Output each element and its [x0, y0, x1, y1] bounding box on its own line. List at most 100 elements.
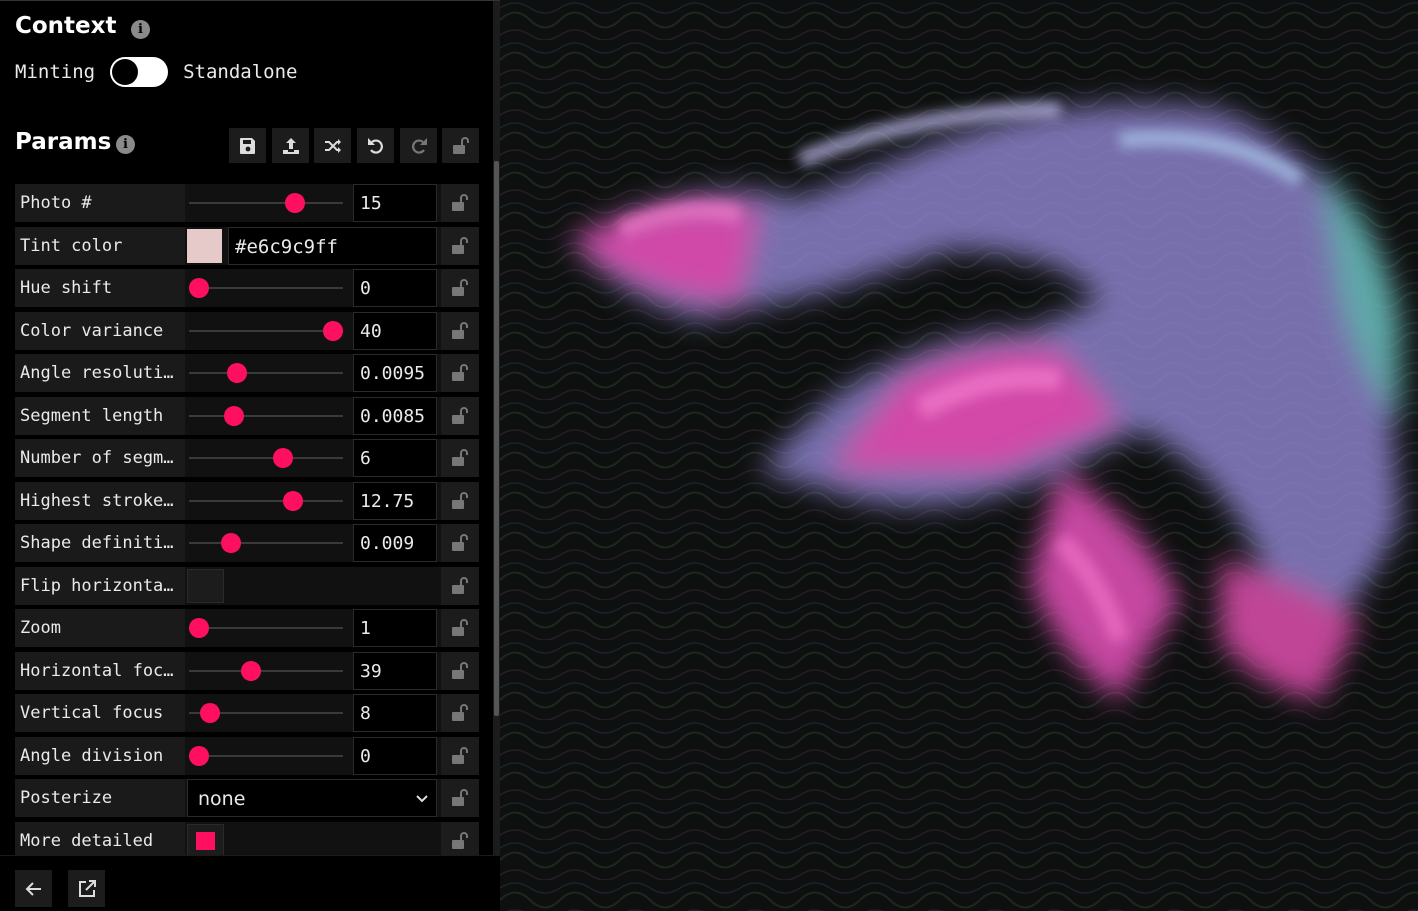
toggle-knob	[112, 59, 139, 85]
param-lock-button[interactable]	[441, 567, 479, 605]
param-lock-button[interactable]	[441, 737, 479, 775]
slider-thumb[interactable]	[221, 533, 241, 553]
param-lock-button[interactable]	[441, 482, 479, 520]
tint-color-swatch[interactable]	[187, 229, 222, 263]
panel-scrollbar[interactable]	[493, 1, 500, 856]
slider-thumb[interactable]	[241, 661, 261, 681]
param-lock-button[interactable]	[441, 354, 479, 392]
lock-open-icon	[452, 364, 468, 381]
param-label: Angle division	[15, 737, 185, 775]
param-control: 1	[185, 609, 441, 647]
standalone-label: Standalone	[183, 61, 298, 83]
slider-thumb[interactable]	[189, 746, 209, 766]
param-checkbox[interactable]	[187, 569, 224, 603]
param-label: Horizontal foc…	[15, 652, 185, 690]
param-value-input[interactable]: 8	[353, 694, 437, 732]
param-slider[interactable]	[189, 703, 343, 723]
param-label: Tint color	[15, 227, 185, 265]
context-toggle[interactable]	[110, 57, 169, 87]
param-control: 0.0085	[185, 397, 441, 435]
param-label: Flip horizonta…	[15, 567, 185, 605]
param-lock-button[interactable]	[441, 227, 479, 265]
back-button[interactable]	[15, 870, 52, 907]
open-external-button[interactable]	[68, 870, 105, 907]
param-row: Color variance 40	[15, 312, 479, 350]
param-slider[interactable]	[189, 193, 343, 213]
param-lock-button[interactable]	[441, 694, 479, 732]
param-slider[interactable]	[189, 278, 343, 298]
param-value-input[interactable]: 6	[353, 439, 437, 477]
param-select[interactable]: none	[187, 779, 437, 817]
param-control: 8	[185, 694, 441, 732]
param-checkbox[interactable]	[187, 824, 224, 858]
redo-button[interactable]	[400, 128, 437, 163]
param-value-input[interactable]: 0	[353, 269, 437, 307]
param-slider[interactable]	[189, 406, 343, 426]
slider-thumb[interactable]	[200, 703, 220, 723]
param-slider[interactable]	[189, 618, 343, 638]
lock-open-icon	[452, 237, 468, 254]
slider-thumb[interactable]	[283, 491, 303, 511]
slider-thumb[interactable]	[323, 321, 343, 341]
param-slider[interactable]	[189, 363, 343, 383]
param-control: 0.0095	[185, 354, 441, 392]
params-info-icon[interactable]: i	[116, 135, 135, 154]
param-lock-button[interactable]	[441, 312, 479, 350]
param-slider[interactable]	[189, 746, 343, 766]
param-control: 0.009	[185, 524, 441, 562]
param-label: Angle resoluti…	[15, 354, 185, 392]
param-row: Segment length 0.0085	[15, 397, 479, 435]
param-label: Photo #	[15, 184, 185, 222]
lock-all-button[interactable]	[442, 128, 479, 163]
param-row: Angle division 0	[15, 737, 479, 775]
param-slider[interactable]	[189, 448, 343, 468]
lock-open-icon	[452, 136, 469, 154]
param-label: Zoom	[15, 609, 185, 647]
slider-thumb[interactable]	[189, 278, 209, 298]
scrollbar-thumb[interactable]	[494, 161, 499, 716]
param-value-input[interactable]: 1	[353, 609, 437, 647]
param-value-input[interactable]: 0.0085	[353, 397, 437, 435]
param-label: Segment length	[15, 397, 185, 435]
param-label: Number of segm…	[15, 439, 185, 477]
params-panel: Context i Minting Standalone Params i Ph…	[0, 0, 500, 911]
param-slider[interactable]	[189, 661, 343, 681]
tint-color-input[interactable]: #e6c9c9ff	[228, 227, 437, 265]
param-value-input[interactable]: 40	[353, 312, 437, 350]
context-info-icon[interactable]: i	[131, 20, 150, 39]
param-lock-button[interactable]	[441, 184, 479, 222]
param-row: Angle resoluti… 0.0095	[15, 354, 479, 392]
param-lock-button[interactable]	[441, 269, 479, 307]
param-row: Photo # 15	[15, 184, 479, 222]
param-lock-button[interactable]	[441, 524, 479, 562]
param-control: 40	[185, 312, 441, 350]
param-value-input[interactable]: 0.009	[353, 524, 437, 562]
param-value-input[interactable]: 39	[353, 652, 437, 690]
slider-thumb[interactable]	[227, 363, 247, 383]
param-slider[interactable]	[189, 491, 343, 511]
param-row: Number of segm… 6	[15, 439, 479, 477]
shuffle-button[interactable]	[314, 128, 351, 163]
param-lock-button[interactable]	[441, 652, 479, 690]
param-lock-button[interactable]	[441, 397, 479, 435]
param-lock-button[interactable]	[441, 609, 479, 647]
param-slider[interactable]	[189, 533, 343, 553]
param-row: Zoom 1	[15, 609, 479, 647]
param-value-input[interactable]: 12.75	[353, 482, 437, 520]
undo-button[interactable]	[357, 128, 394, 163]
slider-thumb[interactable]	[224, 406, 244, 426]
slider-thumb[interactable]	[273, 448, 293, 468]
save-button[interactable]	[229, 128, 266, 163]
slider-thumb[interactable]	[285, 193, 305, 213]
param-slider[interactable]	[189, 321, 343, 341]
upload-button[interactable]	[272, 128, 309, 163]
slider-thumb[interactable]	[189, 618, 209, 638]
minting-label: Minting	[15, 61, 96, 83]
param-lock-button[interactable]	[441, 439, 479, 477]
param-value-input[interactable]: 0.0095	[353, 354, 437, 392]
param-lock-button[interactable]	[441, 779, 479, 817]
param-value-input[interactable]: 15	[353, 184, 437, 222]
save-icon	[239, 137, 255, 154]
param-label: Shape definiti…	[15, 524, 185, 562]
param-value-input[interactable]: 0	[353, 737, 437, 775]
